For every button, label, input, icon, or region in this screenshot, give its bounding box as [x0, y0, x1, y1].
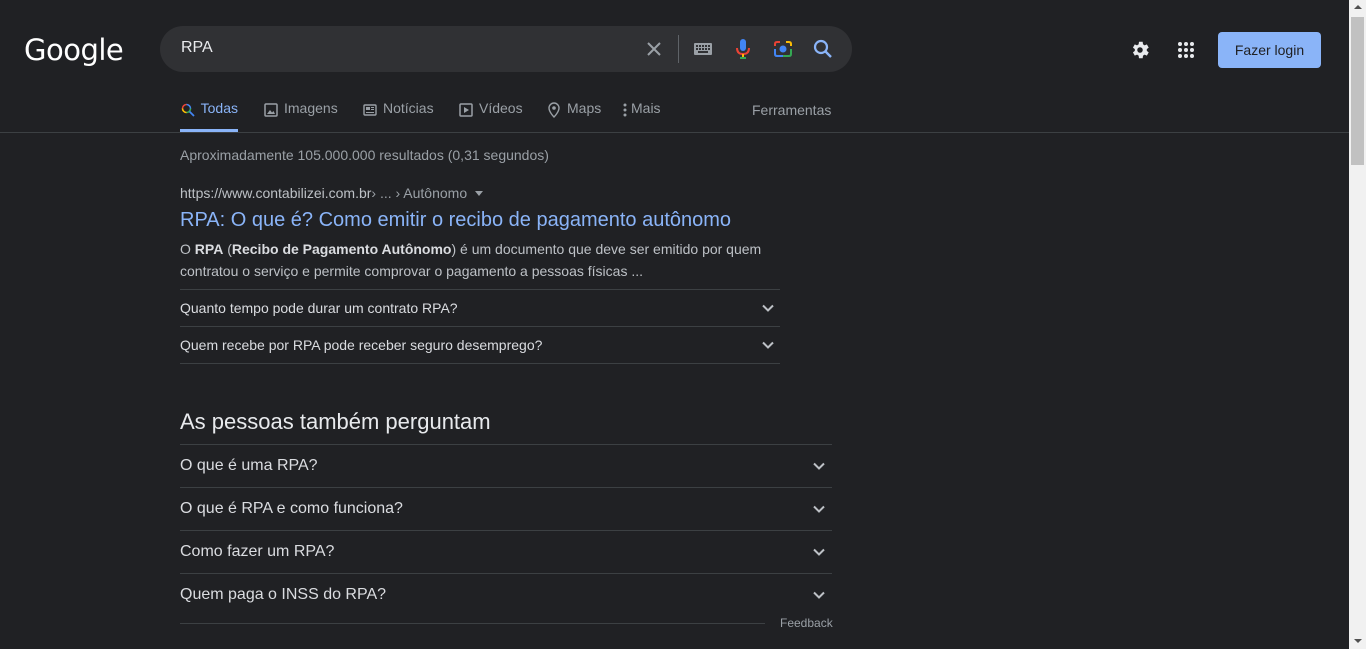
search-icon [180, 102, 196, 118]
result-url[interactable]: https://www.contabilizei.com.br › ... › … [180, 185, 484, 201]
search-box[interactable]: RPA [160, 26, 852, 72]
divider [180, 623, 765, 624]
google-logo[interactable]: Google [24, 33, 124, 67]
result-title-link[interactable]: RPA: O que é? Como emitir o recibo de pa… [180, 209, 731, 232]
tab-todas[interactable]: Todas [180, 100, 238, 132]
result-url-path: › ... › Autônomo [371, 185, 468, 201]
more-vert-icon [621, 102, 629, 118]
feedback-link[interactable]: Feedback [780, 616, 833, 630]
chevron-down-icon[interactable] [760, 300, 776, 316]
search-icon[interactable] [811, 37, 835, 61]
tab-label: Notícias [383, 100, 434, 116]
vertical-scrollbar[interactable] [1349, 0, 1366, 649]
news-icon [362, 102, 378, 118]
tab-label: Maps [567, 100, 602, 116]
result-stats: Aproximadamente 105.000.000 resultados (… [180, 147, 549, 163]
map-pin-icon [546, 102, 562, 118]
scroll-up-arrow-icon[interactable] [1354, 5, 1362, 9]
tabs-divider [0, 132, 1350, 133]
tab-imagens[interactable]: Imagens [263, 100, 338, 132]
paa-question: Como fazer um RPA? [180, 543, 335, 560]
paa-item[interactable]: O que é uma RPA? [180, 444, 832, 487]
result-snippet: O RPA (Recibo de Pagamento Autônomo) é u… [180, 241, 762, 279]
search-divider [678, 35, 679, 63]
search-results-page: Google RPA Fazer login Todas Imagens Not… [0, 0, 1366, 649]
tab-label: Mais [631, 100, 661, 116]
paa-question: Quem paga o INSS do RPA? [180, 586, 387, 603]
paa-question: O que é uma RPA? [180, 457, 318, 474]
chevron-down-icon[interactable] [810, 500, 828, 518]
caret-down-icon[interactable] [475, 190, 484, 196]
paa-item[interactable]: O que é RPA e como funciona? [180, 487, 832, 530]
tab-label: Todas [200, 100, 238, 116]
result-faq-item[interactable]: Quanto tempo pode durar um contrato RPA? [180, 289, 780, 326]
tab-videos[interactable]: Vídeos [458, 100, 523, 132]
result-url-host: https://www.contabilizei.com.br [180, 185, 372, 201]
camera-lens-icon[interactable] [771, 37, 795, 61]
keyboard-icon[interactable] [691, 37, 715, 61]
faq-question: Quem recebe por RPA pode receber seguro … [180, 337, 543, 353]
tools-button[interactable]: Ferramentas [752, 102, 831, 118]
settings-gear-icon[interactable] [1127, 37, 1153, 63]
search-input[interactable]: RPA [181, 39, 213, 57]
scrollbar-thumb[interactable] [1351, 17, 1364, 165]
paa-item[interactable]: Quem paga o INSS do RPA? [180, 573, 832, 616]
chevron-down-icon[interactable] [810, 457, 828, 475]
paa-item[interactable]: Como fazer um RPA? [180, 530, 832, 573]
chevron-down-icon[interactable] [810, 586, 828, 604]
video-icon [458, 102, 474, 118]
microphone-icon[interactable] [731, 37, 755, 61]
tab-label: Imagens [284, 100, 338, 116]
image-icon [263, 102, 279, 118]
apps-grid-icon[interactable] [1173, 37, 1199, 63]
tab-label: Vídeos [479, 100, 523, 116]
tab-maps[interactable]: Maps [546, 100, 601, 132]
chevron-down-icon[interactable] [760, 337, 776, 353]
clear-icon[interactable] [642, 37, 666, 61]
tab-noticias[interactable]: Notícias [362, 100, 434, 132]
people-also-ask-heading: As pessoas também perguntam [180, 409, 491, 434]
result-faq-item[interactable]: Quem recebe por RPA pode receber seguro … [180, 326, 780, 363]
login-button[interactable]: Fazer login [1218, 32, 1321, 68]
tab-mais[interactable]: Mais [621, 100, 661, 132]
faq-question: Quanto tempo pode durar um contrato RPA? [180, 300, 458, 316]
divider [180, 363, 780, 364]
paa-question: O que é RPA e como funciona? [180, 500, 403, 517]
scroll-down-arrow-icon[interactable] [1354, 639, 1362, 643]
chevron-down-icon[interactable] [810, 543, 828, 561]
